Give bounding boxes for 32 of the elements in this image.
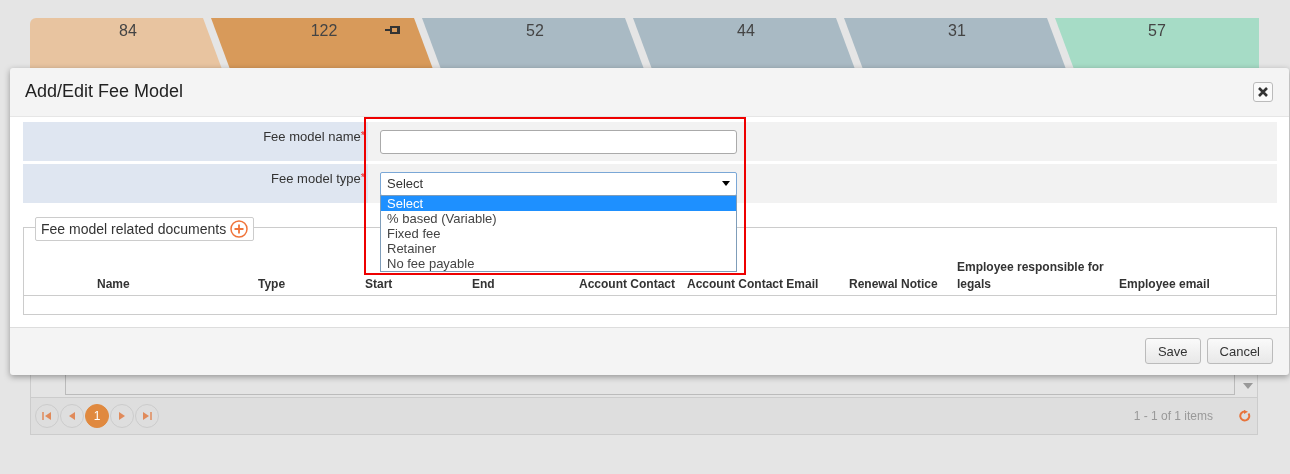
column-header: Account Contact [579, 275, 676, 293]
dialog-button[interactable]: Cancel [1206, 338, 1273, 365]
column-header: Account Contact Email [687, 275, 820, 293]
section-title: Fee model related documents [41, 220, 227, 237]
column-header: Employee email [1119, 275, 1211, 293]
dropdown-option[interactable]: Retainer [381, 240, 736, 256]
column-header: Renewal Notice [849, 275, 939, 293]
name-input-field[interactable] [380, 129, 737, 154]
refresh-icon [1239, 410, 1251, 422]
dropdown-option[interactable]: No fee payable [381, 255, 736, 271]
column-header: Start [365, 275, 394, 293]
caret-icon [722, 181, 730, 186]
close-button[interactable] [1253, 81, 1273, 102]
type-dropdown[interactable]: Select [380, 171, 737, 196]
field-label: Fee model name [263, 128, 361, 144]
last-page-icon [142, 411, 152, 421]
scroll-down-icon [1243, 383, 1253, 389]
close-icon [1258, 86, 1268, 97]
dropdown-option[interactable]: Fixed fee [381, 225, 736, 241]
pager-summary: 1 - 1 of 1 items [1133, 409, 1213, 423]
column-header: End [472, 275, 496, 293]
dialog-button[interactable]: Save [1144, 338, 1201, 365]
column-header: Employee responsible for legals [957, 258, 1105, 293]
dialog-title: Add/Edit Fee Model [25, 81, 184, 103]
field-label: Fee model type [271, 170, 361, 186]
dropdown-option[interactable]: % based (Variable) [381, 210, 736, 226]
previous-page-icon [67, 411, 77, 421]
column-header: Type [258, 275, 287, 293]
add-icon [230, 219, 249, 238]
first-page-icon [42, 411, 52, 421]
next-page-icon [117, 411, 127, 421]
column-header: Name [97, 275, 131, 293]
